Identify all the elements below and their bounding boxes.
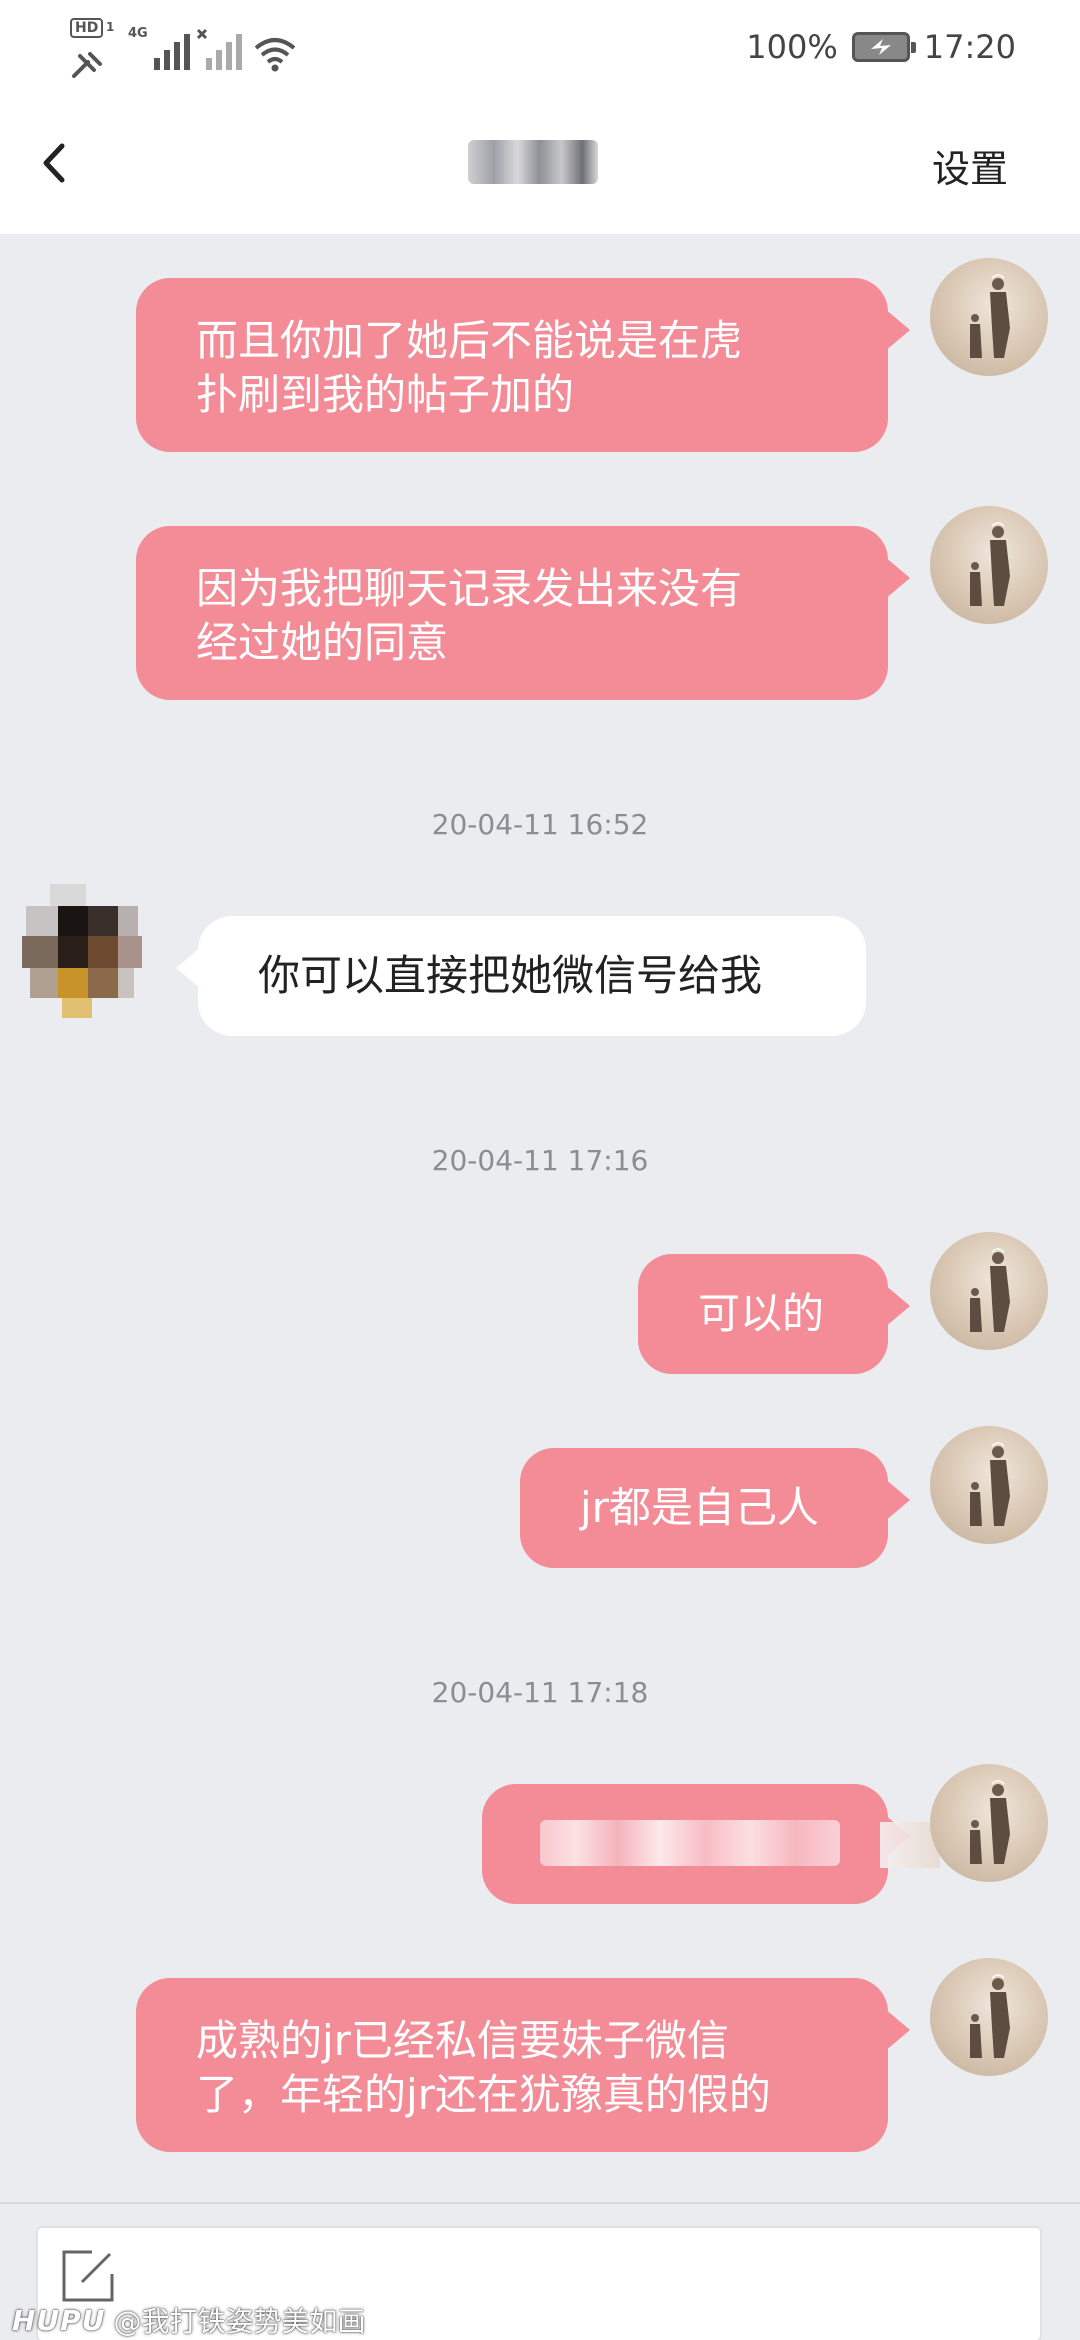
- hd-badge: HD: [70, 18, 104, 38]
- my-avatar[interactable]: [930, 1232, 1048, 1350]
- silhouette-icon: [970, 1442, 1010, 1526]
- my-avatar[interactable]: [930, 1958, 1048, 2076]
- my-avatar[interactable]: [930, 1764, 1048, 1882]
- watermark-text: @我打铁姿势美如画: [113, 2305, 366, 2338]
- clock: 17:20: [923, 28, 1016, 66]
- no-sim-icon: [72, 52, 102, 78]
- silhouette-icon: [970, 522, 1010, 606]
- network-type: 4G: [128, 26, 148, 41]
- battery-icon: [851, 32, 916, 62]
- watermark-brand: HUPU: [12, 2303, 106, 2337]
- message-line: 因为我把聊天记录发出来没有: [196, 564, 743, 613]
- my-message-bubble[interactable]: 可以的: [638, 1254, 910, 1374]
- charging-bolt-icon: [870, 39, 891, 55]
- edit-icon[interactable]: [58, 2246, 118, 2306]
- redacted-text: [540, 1820, 840, 1866]
- my-message-bubble[interactable]: 因为我把聊天记录发出来没有 经过她的同意: [136, 526, 910, 700]
- timestamp: 20-04-11 17:18: [431, 1676, 649, 1709]
- timestamp: 20-04-11 16:52: [431, 808, 649, 841]
- chat-header: 设置: [0, 92, 1080, 234]
- watermark: HUPU @我打铁姿势美如画: [12, 2300, 365, 2340]
- message-line: 而且你加了她后不能说是在虎: [196, 316, 743, 365]
- sim-slot-label: 1: [106, 20, 115, 34]
- pixelated-avatar: [22, 884, 142, 1018]
- my-message-bubble[interactable]: jr都是自己人: [520, 1448, 910, 1568]
- status-icons-right: 100% 17:20: [746, 22, 1016, 72]
- silhouette-icon: [970, 1780, 1010, 1864]
- silhouette-icon: [970, 1974, 1010, 2058]
- message-line: 你可以直接把她微信号给我: [258, 951, 763, 1000]
- timestamp: 20-04-11 17:16: [431, 1144, 649, 1177]
- message-line: 了，年轻的jr还在犹豫真的假的: [196, 2070, 771, 2119]
- status-icons-left: HD 1 4G: [66, 14, 296, 84]
- my-avatar[interactable]: [930, 506, 1048, 624]
- message-line: 可以的: [698, 1289, 825, 1338]
- message-line: 成熟的jr已经私信要妹子微信: [196, 2016, 729, 2065]
- signal-strength-icon: [154, 34, 190, 70]
- my-message-bubble[interactable]: 而且你加了她后不能说是在虎 扑刷到我的帖子加的: [136, 278, 910, 452]
- contact-message-bubble[interactable]: 你可以直接把她微信号给我: [176, 916, 866, 1036]
- signal-strength-icon-2: [196, 28, 242, 70]
- settings-button[interactable]: 设置: [932, 138, 1008, 193]
- wifi-icon: [254, 38, 296, 72]
- silhouette-icon: [970, 1248, 1010, 1332]
- my-avatar[interactable]: [930, 258, 1048, 376]
- message-line: 扑刷到我的帖子加的: [196, 370, 575, 419]
- status-bar: HD 1 4G 100% 17:20: [0, 0, 1080, 92]
- contact-avatar-redacted[interactable]: [16, 880, 164, 1028]
- back-arrow-icon[interactable]: [36, 136, 76, 190]
- battery-percent: 100%: [746, 28, 838, 66]
- message-line: jr都是自己人: [580, 1483, 819, 1532]
- message-line: 经过她的同意: [196, 618, 449, 667]
- my-message-bubble[interactable]: 成熟的jr已经私信要妹子微信 了，年轻的jr还在犹豫真的假的: [136, 1978, 910, 2152]
- contact-name-redacted: [468, 140, 598, 184]
- my-avatar[interactable]: [930, 1426, 1048, 1544]
- silhouette-icon: [970, 274, 1010, 358]
